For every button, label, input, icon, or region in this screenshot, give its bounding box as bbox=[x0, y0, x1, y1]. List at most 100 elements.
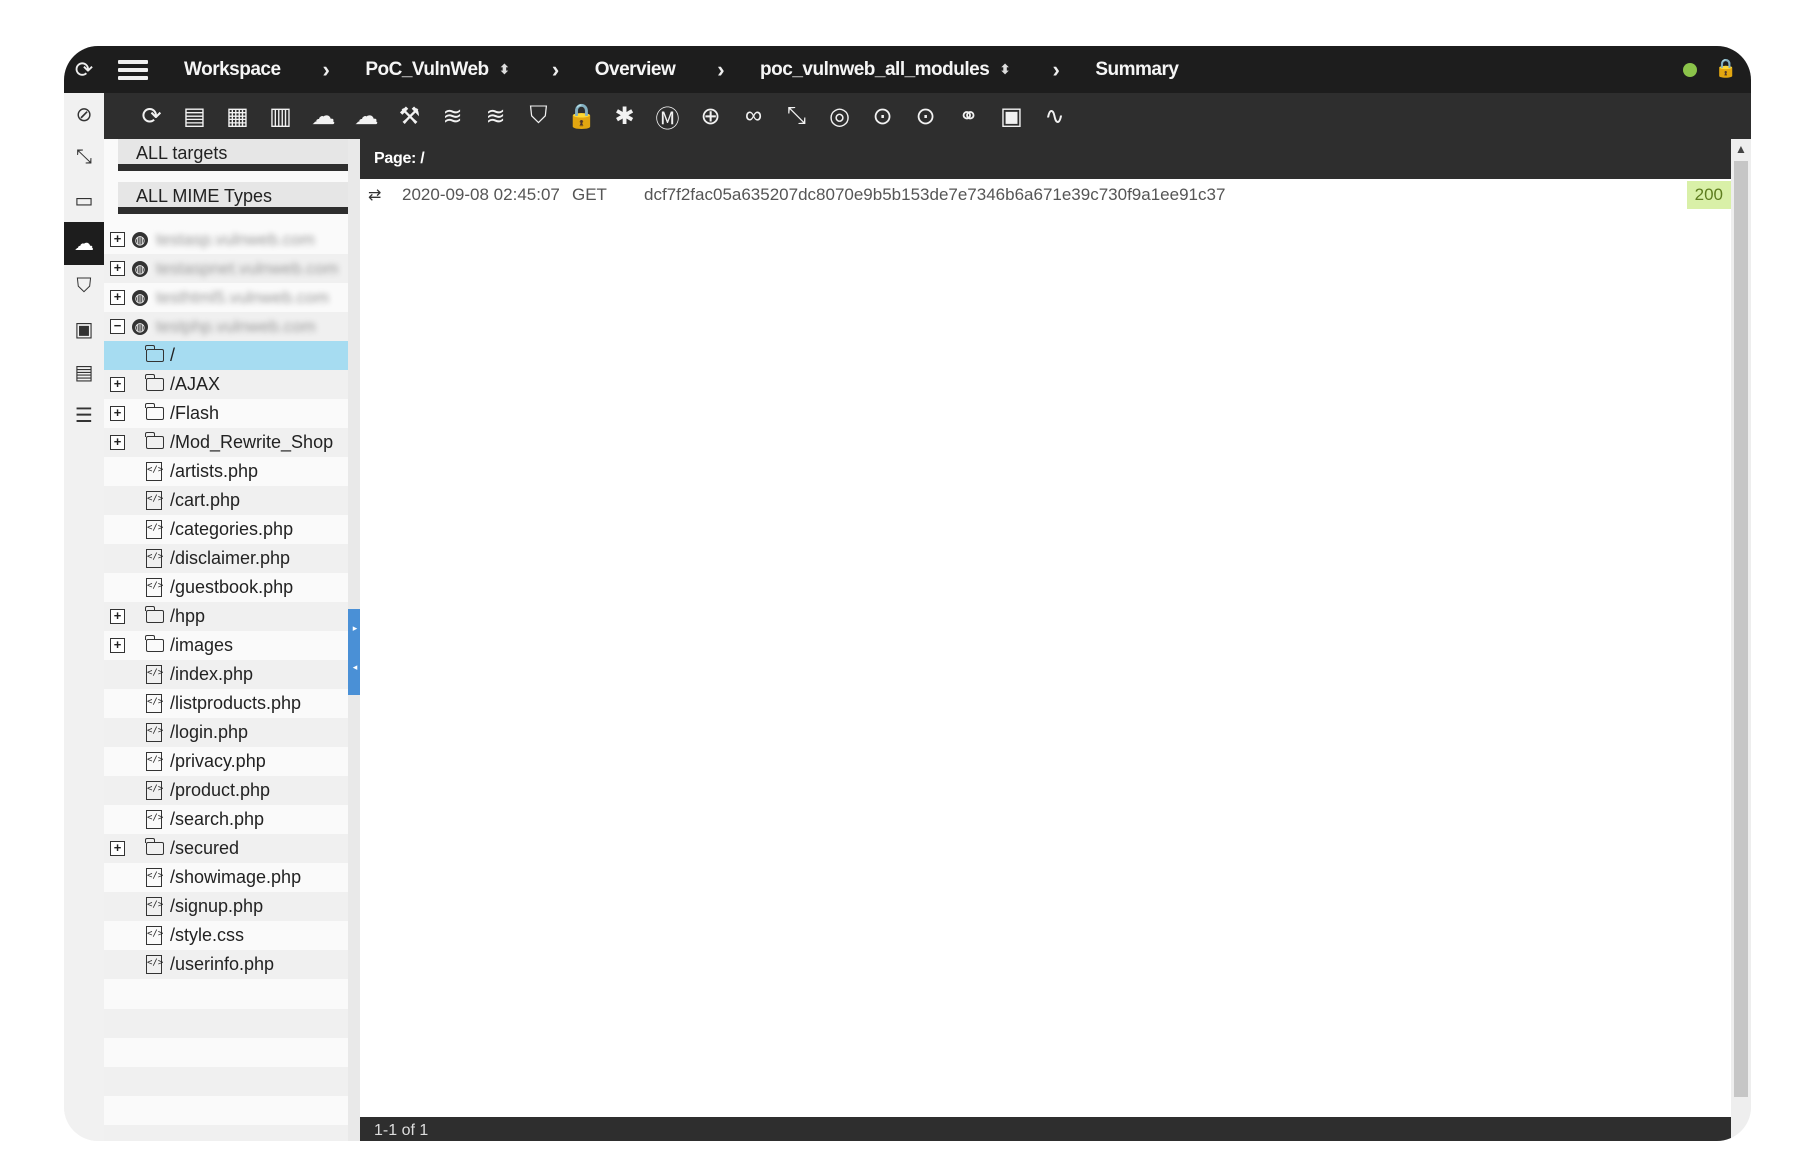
breadcrumb-summary[interactable]: Summary bbox=[1095, 59, 1179, 81]
dns-icon[interactable]: ◎ bbox=[818, 96, 861, 136]
expand-plus-icon[interactable]: + bbox=[110, 638, 125, 653]
tree-item[interactable]: + /Flash bbox=[104, 399, 348, 428]
request-row[interactable]: ⇄ 2020-09-08 02:45:07 GET dcf7f2fac05a63… bbox=[360, 179, 1731, 211]
link-circles-icon[interactable]: ⚭ bbox=[947, 96, 990, 136]
lock-icon[interactable]: 🔒 bbox=[560, 96, 603, 136]
scroll-up-icon[interactable]: ▲ bbox=[1731, 139, 1751, 159]
online-status-dot bbox=[1683, 63, 1697, 77]
mime-filter[interactable]: ALL MIME Types bbox=[118, 182, 348, 214]
shield-icon[interactable]: ⛉ bbox=[517, 96, 560, 136]
breadcrumb-scan[interactable]: poc_vulnweb_all_modules ⬍ bbox=[760, 59, 1011, 81]
monitor-icon[interactable]: ▭ bbox=[64, 179, 104, 222]
tree-item[interactable]: </> /product.php bbox=[104, 776, 348, 805]
expand-plus-icon[interactable]: + bbox=[110, 841, 125, 856]
tree-item[interactable]: </> /cart.php bbox=[104, 486, 348, 515]
path-icon[interactable]: ⤡ bbox=[775, 96, 818, 136]
tree-item-label: /login.php bbox=[170, 722, 249, 742]
tree-host-row[interactable]: + ◍ testasp.vulnweb.com bbox=[104, 225, 348, 254]
inbox-icon[interactable]: ▣ bbox=[64, 308, 104, 351]
layers-icon[interactable]: ≋ bbox=[431, 96, 474, 136]
hamburger-menu-icon[interactable] bbox=[118, 56, 148, 84]
tree-item[interactable]: + /Mod_Rewrite_Shop bbox=[104, 428, 348, 457]
tree-item-label: /Mod_Rewrite_Shop bbox=[170, 432, 334, 452]
database-icon[interactable]: ▤ bbox=[64, 351, 104, 394]
binoculars-icon[interactable]: ∞ bbox=[732, 96, 775, 136]
expand-plus-icon[interactable]: + bbox=[110, 232, 125, 247]
expand-plus-icon[interactable]: + bbox=[110, 435, 125, 450]
tree-item-label: /style.css bbox=[170, 925, 245, 945]
rdap-icon[interactable]: ⊙ bbox=[904, 96, 947, 136]
tree-item[interactable]: </> /guestbook.php bbox=[104, 573, 348, 602]
tree-item[interactable]: </> /style.css bbox=[104, 921, 348, 950]
chevron-right-icon: › bbox=[1052, 56, 1060, 82]
compass-icon[interactable]: ⊘ bbox=[64, 93, 104, 136]
sitemap-panel: ALL targets ALL MIME Types + ◍ testasp.v… bbox=[104, 139, 348, 1141]
tree-item[interactable]: + /AJAX bbox=[104, 370, 348, 399]
vertical-scrollbar[interactable]: ▲ bbox=[1731, 139, 1751, 1141]
collapse-minus-icon[interactable]: − bbox=[110, 319, 125, 334]
database-edit-icon[interactable]: ▥ bbox=[259, 96, 302, 136]
expand-plus-icon[interactable]: + bbox=[110, 609, 125, 624]
expand-plus-icon[interactable]: + bbox=[110, 261, 125, 276]
tree-item[interactable]: + /images bbox=[104, 631, 348, 660]
cloud-icon[interactable]: ☁ bbox=[64, 222, 104, 265]
shield-icon[interactable]: ⛉ bbox=[64, 265, 104, 308]
left-icon-rail: ⊘ ⤡ ▭ ☁ ⛉ ▣ ▤ ☰ bbox=[64, 93, 104, 1141]
tree-item-label: /Flash bbox=[170, 403, 220, 423]
breadcrumb-overview[interactable]: Overview bbox=[595, 59, 676, 81]
tree-item-label: /showimage.php bbox=[170, 867, 302, 887]
tree-item[interactable]: </> /index.php bbox=[104, 660, 348, 689]
tree-host-row[interactable]: − ◍ testphp.vulnweb.com bbox=[104, 312, 348, 341]
cloud-icon[interactable]: ☁ bbox=[345, 96, 388, 136]
sort-updown-icon[interactable]: ⬍ bbox=[499, 61, 511, 78]
tree-item[interactable]: + /hpp bbox=[104, 602, 348, 631]
path-icon[interactable]: ⤡ bbox=[64, 136, 104, 179]
breadcrumb-project[interactable]: PoC_VulnWeb ⬍ bbox=[365, 59, 510, 81]
sort-updown-icon[interactable]: ⬍ bbox=[999, 61, 1011, 78]
expand-plus-icon[interactable]: + bbox=[110, 377, 125, 392]
tree-item[interactable]: </> /search.php bbox=[104, 805, 348, 834]
tree-item[interactable]: </> /categories.php bbox=[104, 515, 348, 544]
tree-item-label: /hpp bbox=[170, 606, 206, 626]
code-file-icon: </> bbox=[146, 955, 163, 974]
cloud-upload-icon[interactable]: ☁ bbox=[302, 96, 345, 136]
tree-item[interactable]: + /secured bbox=[104, 834, 348, 863]
tree-host-row[interactable]: + ◍ testhtml5.vulnweb.com bbox=[104, 283, 348, 312]
globe-icon[interactable]: ⊕ bbox=[689, 96, 732, 136]
user-lock-icon[interactable]: 🔒 bbox=[1715, 58, 1737, 79]
tree-item[interactable]: </> /artists.php bbox=[104, 457, 348, 486]
layers-alt-icon[interactable]: ≋ bbox=[474, 96, 517, 136]
scrollbar-thumb[interactable] bbox=[1734, 161, 1748, 1097]
tree-host-row[interactable]: + ◍ testaspnet.vulnweb.com bbox=[104, 254, 348, 283]
malware-icon[interactable]: Ⓜ bbox=[646, 96, 689, 136]
targets-filter[interactable]: ALL targets bbox=[118, 139, 348, 171]
bug-icon[interactable]: ✱ bbox=[603, 96, 646, 136]
checklist-icon[interactable]: ☰ bbox=[64, 394, 104, 437]
breadcrumb-workspace[interactable]: Workspace bbox=[184, 59, 281, 81]
tree-empty-rows bbox=[104, 1009, 348, 1141]
database-stack-icon[interactable]: ▦ bbox=[216, 96, 259, 136]
tree-item[interactable]: </> /showimage.php bbox=[104, 863, 348, 892]
app-logo-icon[interactable]: ⟳ bbox=[68, 57, 100, 83]
swap-arrows-icon[interactable]: ⇄ bbox=[368, 185, 381, 205]
hammer-icon[interactable]: ⚒ bbox=[388, 96, 431, 136]
expand-plus-icon[interactable]: + bbox=[110, 290, 125, 305]
breadcrumb-project-label: PoC_VulnWeb bbox=[365, 58, 489, 80]
folder-icon bbox=[145, 403, 164, 420]
code-file-icon: </> bbox=[146, 491, 163, 510]
tree-item[interactable]: </> /login.php bbox=[104, 718, 348, 747]
tree-item[interactable]: / bbox=[104, 341, 348, 370]
tree-item[interactable]: </> /disclaimer.php bbox=[104, 544, 348, 573]
tree-item[interactable]: </> /privacy.php bbox=[104, 747, 348, 776]
tree-item[interactable]: </> /listproducts.php bbox=[104, 689, 348, 718]
refresh-icon[interactable]: ⟳ bbox=[130, 96, 173, 136]
inbox-icon[interactable]: ▣ bbox=[990, 96, 1033, 136]
whois-icon[interactable]: ⊙ bbox=[861, 96, 904, 136]
tree-item[interactable]: </> /signup.php bbox=[104, 892, 348, 921]
pulse-icon[interactable]: ∿ bbox=[1033, 96, 1076, 136]
tree-item-label: /index.php bbox=[170, 664, 254, 684]
expand-plus-icon[interactable]: + bbox=[110, 406, 125, 421]
tree-item[interactable]: </> /userinfo.php bbox=[104, 950, 348, 979]
database-icon[interactable]: ▤ bbox=[173, 96, 216, 136]
tree-item-label: /AJAX bbox=[170, 374, 221, 394]
